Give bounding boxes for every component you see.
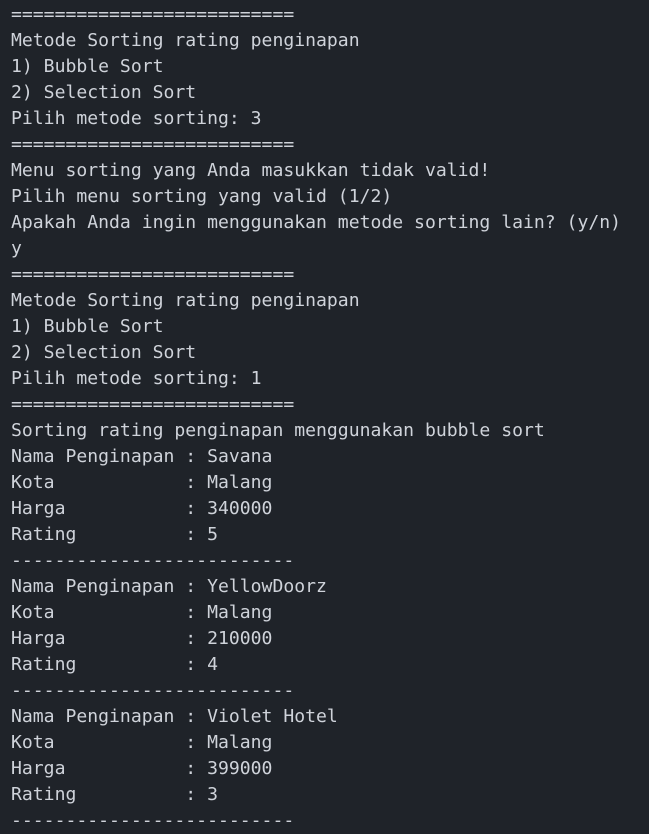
dash-separator: --------------------------: [11, 810, 295, 831]
menu-option-selection-sort: 2) Selection Sort: [11, 82, 197, 103]
hotel-price-line: Harga : 399000: [11, 758, 273, 779]
terminal-output: ========================== Metode Sortin…: [0, 0, 649, 833]
user-input-y: y: [11, 238, 22, 259]
menu-option-bubble-sort: 1) Bubble Sort: [11, 316, 164, 337]
hotel-price-line: Harga : 210000: [11, 628, 273, 649]
hotel-rating-line: Rating : 5: [11, 524, 218, 545]
menu-title: Metode Sorting rating penginapan: [11, 30, 360, 51]
hotel-name-line: Nama Penginapan : Violet Hotel: [11, 706, 338, 727]
hotel-rating-line: Rating : 4: [11, 654, 218, 675]
hotel-city-line: Kota : Malang: [11, 472, 273, 493]
hotel-name-line: Nama Penginapan : YellowDoorz: [11, 576, 327, 597]
hotel-rating-line: Rating : 3: [11, 784, 218, 805]
result-heading: Sorting rating penginapan menggunakan bu…: [11, 420, 545, 441]
valid-menu-hint: Pilih menu sorting yang valid (1/2): [11, 186, 393, 207]
hotel-city-line: Kota : Malang: [11, 602, 273, 623]
dash-separator: --------------------------: [11, 680, 295, 701]
hotel-price-line: Harga : 340000: [11, 498, 273, 519]
invalid-menu-message: Menu sorting yang Anda masukkan tidak va…: [11, 160, 491, 181]
hotel-name-line: Nama Penginapan : Savana: [11, 446, 273, 467]
sorting-choice-prompt: Pilih metode sorting: 3: [11, 108, 262, 129]
menu-option-selection-sort: 2) Selection Sort: [11, 342, 197, 363]
retry-prompt: Apakah Anda ingin menggunakan metode sor…: [11, 212, 622, 233]
dash-separator: --------------------------: [11, 550, 295, 571]
sorting-choice-prompt: Pilih metode sorting: 1: [11, 368, 262, 389]
hotel-city-line: Kota : Malang: [11, 732, 273, 753]
separator-line: ==========================: [11, 394, 295, 415]
separator-line: ==========================: [11, 4, 295, 25]
menu-title: Metode Sorting rating penginapan: [11, 290, 360, 311]
menu-option-bubble-sort: 1) Bubble Sort: [11, 56, 164, 77]
separator-line: ==========================: [11, 264, 295, 285]
separator-line: ==========================: [11, 134, 295, 155]
